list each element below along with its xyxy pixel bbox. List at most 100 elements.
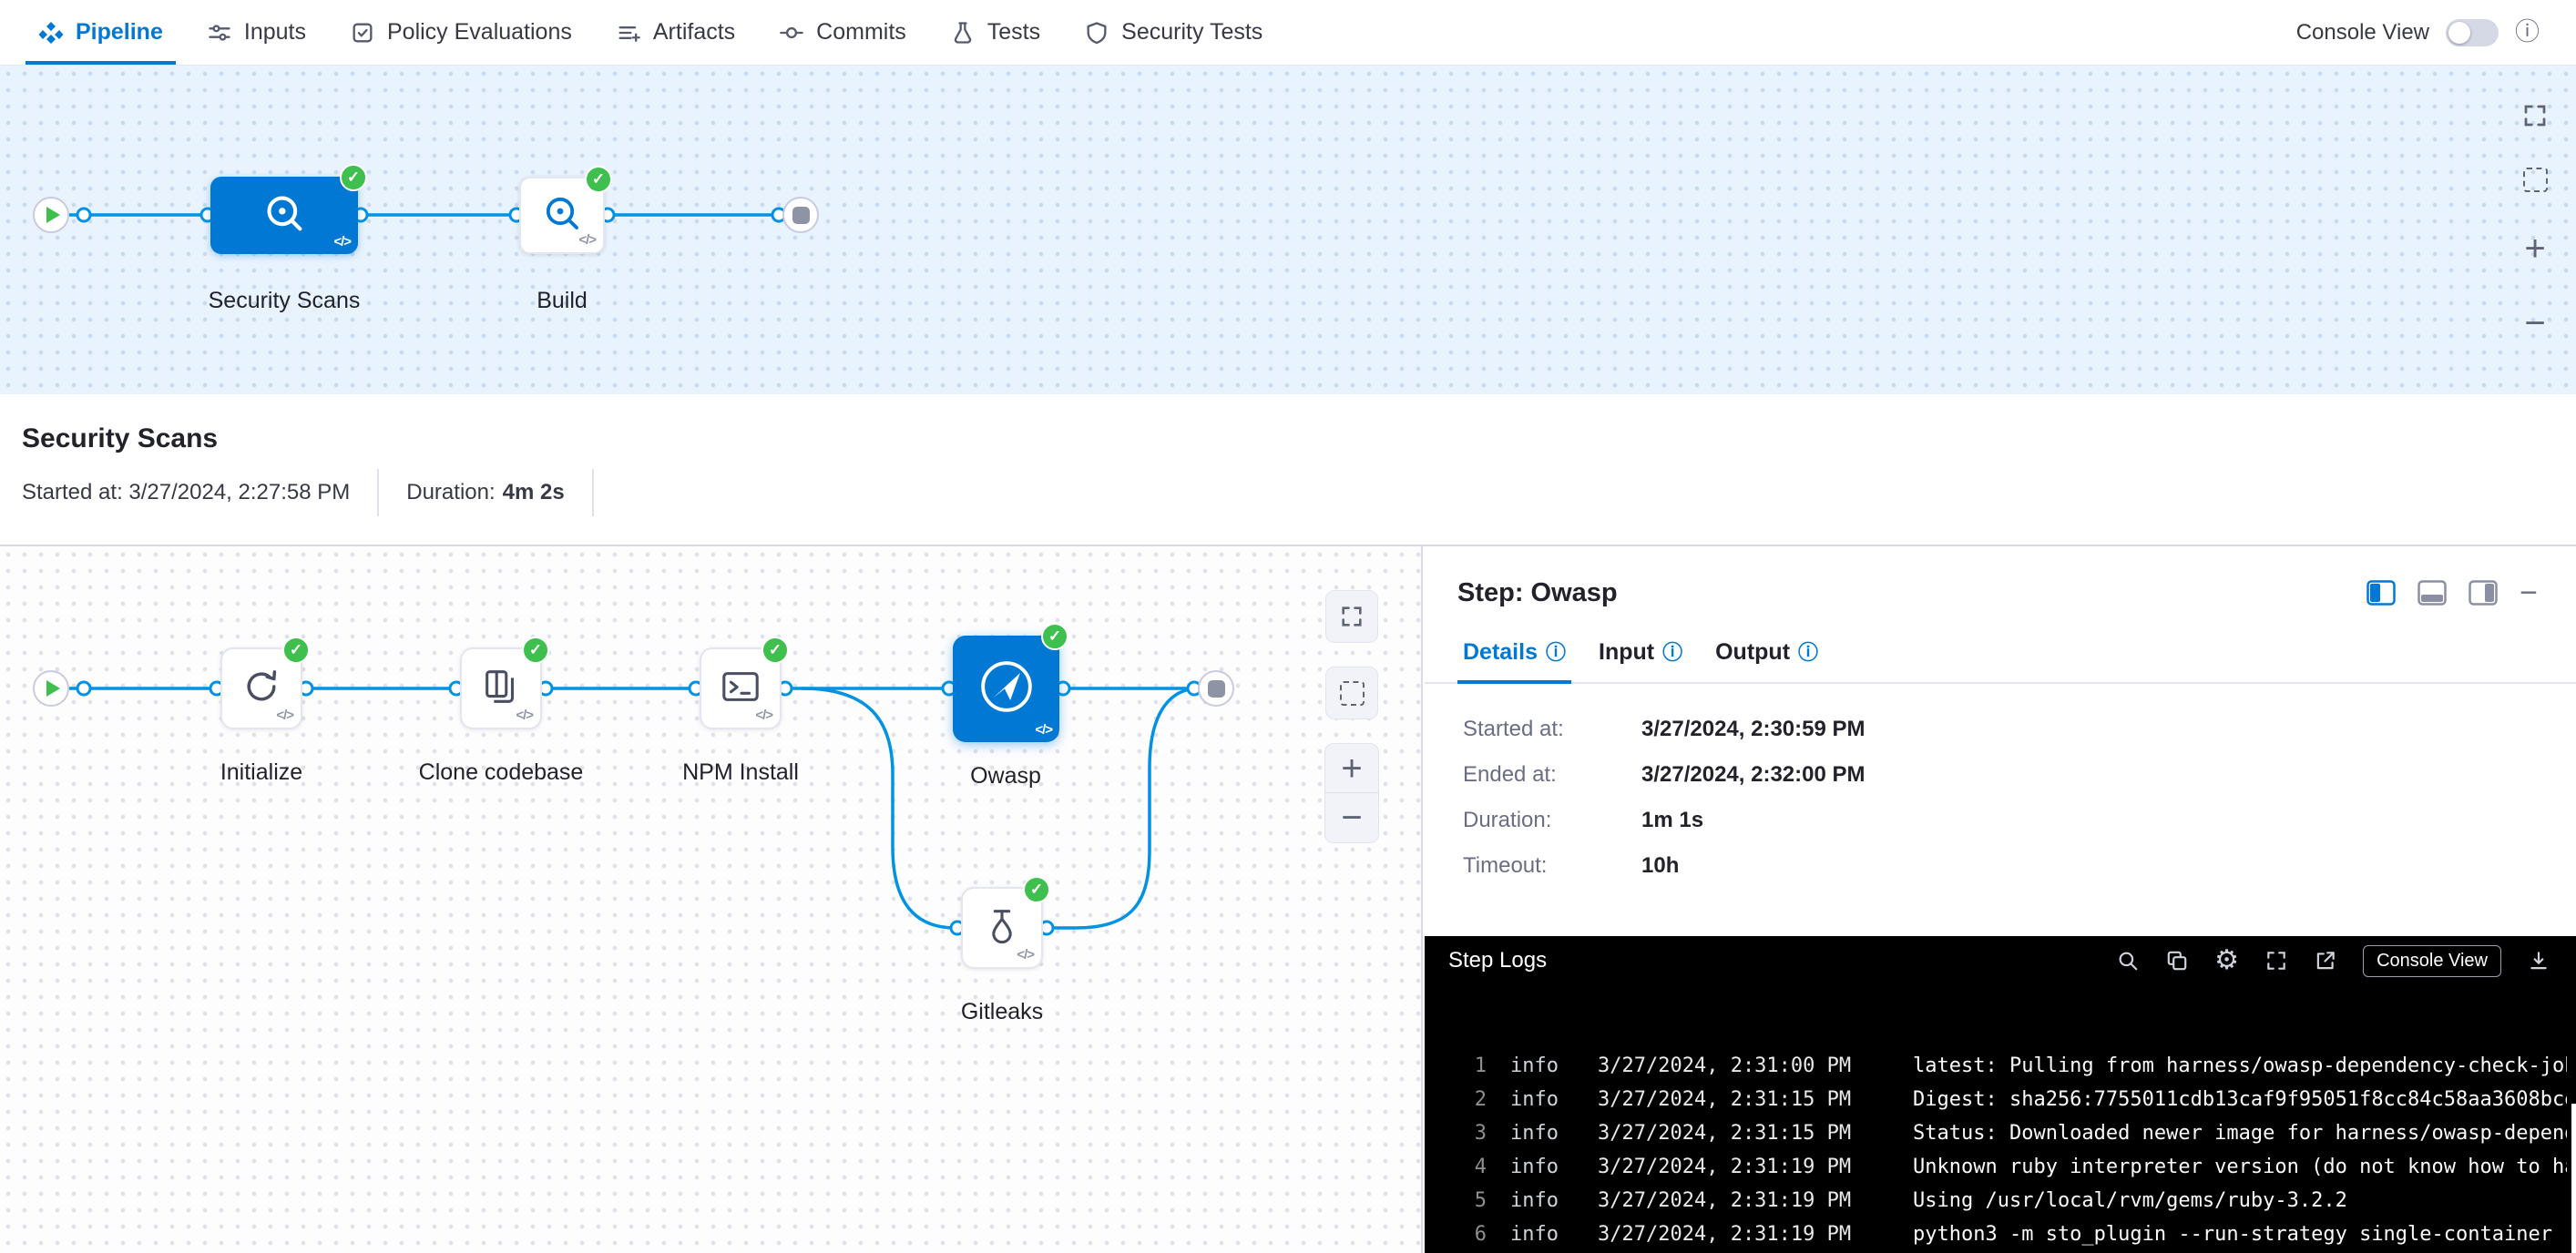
collapse-panel-button[interactable]: − xyxy=(2520,577,2538,608)
layout-right-icon[interactable] xyxy=(2469,580,2498,606)
stage-start-node xyxy=(33,670,69,707)
tab-pipeline[interactable]: Pipeline xyxy=(16,0,185,65)
search-icon[interactable] xyxy=(2116,949,2140,973)
step-canvas-controls: + − xyxy=(1324,590,1379,843)
stage-end-node xyxy=(1198,670,1234,707)
detail-label: Started at: xyxy=(1463,717,1641,742)
step-node-clone-codebase[interactable]: </> ✓ xyxy=(460,647,542,729)
step-label[interactable]: Owasp xyxy=(970,763,1041,789)
log-timestamp: 3/27/2024, 2:31:19 PM xyxy=(1598,1217,1889,1251)
logs-scrollbar[interactable] xyxy=(2571,1104,2576,1253)
stage-label[interactable]: Build xyxy=(537,288,588,314)
gear-icon[interactable]: ⚙ xyxy=(2214,947,2239,974)
fullscreen-button[interactable] xyxy=(2521,102,2549,129)
shield-icon xyxy=(1084,20,1109,46)
stop-icon xyxy=(792,207,810,224)
log-line: 6 info 3/27/2024, 2:31:19 PM python3 -m … xyxy=(1450,1217,2567,1251)
code-glyph: </> xyxy=(516,708,533,723)
pipeline-start-node xyxy=(33,197,69,233)
detail-label: Ended at: xyxy=(1463,762,1641,788)
marquee-icon xyxy=(2523,168,2548,192)
tab-inputs[interactable]: Inputs xyxy=(185,0,328,65)
console-view-toggle[interactable] xyxy=(2446,19,2499,46)
step-node-gitleaks[interactable]: </> ✓ xyxy=(961,887,1043,969)
divider xyxy=(592,469,594,516)
external-link-icon[interactable] xyxy=(2314,949,2337,973)
log-line-number: 1 xyxy=(1450,1049,1487,1083)
log-timestamp: 3/27/2024, 2:31:15 PM xyxy=(1598,1116,1889,1150)
step-logs-header: Step Logs ⚙ Console View xyxy=(1425,936,2576,985)
play-icon xyxy=(46,207,60,223)
step-logs-body[interactable]: 1 info 3/27/2024, 2:31:00 PM latest: Pul… xyxy=(1425,985,2576,1253)
code-glyph: </> xyxy=(578,232,596,248)
tab-policy-evaluations[interactable]: Policy Evaluations xyxy=(328,0,594,65)
log-level: info xyxy=(1510,1049,1574,1083)
success-badge: ✓ xyxy=(282,637,310,664)
console-view-button[interactable]: Console View xyxy=(2363,945,2501,977)
layout-split-left-icon[interactable] xyxy=(2366,580,2396,606)
step-node-initialize[interactable]: </> ✓ xyxy=(220,647,302,729)
log-message: Unknown ruby interpreter version (do not… xyxy=(1913,1150,2567,1184)
terminal-icon xyxy=(720,666,762,712)
tab-input[interactable]: Input ⓘ xyxy=(1582,639,1699,682)
artifacts-icon xyxy=(616,20,641,46)
tab-security-tests[interactable]: Security Tests xyxy=(1062,0,1284,65)
tab-details[interactable]: Details ⓘ xyxy=(1446,639,1582,682)
stage-connectors xyxy=(0,66,2576,394)
tab-label: Commits xyxy=(816,19,906,46)
success-badge: ✓ xyxy=(762,637,789,664)
log-line-number: 6 xyxy=(1450,1217,1487,1251)
layout-bottom-icon[interactable] xyxy=(2418,580,2447,606)
log-message: Status: Downloaded newer image for harne… xyxy=(1913,1116,2567,1150)
step-label[interactable]: Clone codebase xyxy=(419,759,584,786)
download-icon[interactable] xyxy=(2527,949,2550,973)
step-node-npm-install[interactable]: </> ✓ xyxy=(700,647,782,729)
step-label[interactable]: Initialize xyxy=(220,759,302,786)
divider xyxy=(377,469,379,516)
tab-label: Security Tests xyxy=(1121,19,1262,46)
stage-node-security-scans[interactable]: </> ✓ xyxy=(210,177,358,254)
policy-check-icon xyxy=(350,20,375,46)
stage-started-at: Started at: 3/27/2024, 2:27:58 PM xyxy=(22,480,350,505)
zoom-in-button[interactable]: + xyxy=(1325,744,1378,793)
build-stage-icon xyxy=(540,191,584,239)
detail-value: 10h xyxy=(1641,853,2543,879)
fullscreen-button[interactable] xyxy=(1325,590,1378,643)
pipeline-end-node xyxy=(782,197,819,233)
detail-label: Duration: xyxy=(1463,808,1641,833)
tab-commits[interactable]: Commits xyxy=(757,0,928,65)
step-panel-tabs: Details ⓘ Input ⓘ Output ⓘ xyxy=(1425,639,2576,684)
info-icon[interactable]: ⓘ xyxy=(2515,20,2540,45)
success-badge: ✓ xyxy=(340,164,367,191)
tab-label: Tests xyxy=(987,19,1040,46)
info-icon: ⓘ xyxy=(1662,643,1682,663)
marquee-select-button[interactable] xyxy=(2523,168,2548,192)
detail-value: 3/27/2024, 2:32:00 PM xyxy=(1641,762,2543,788)
copy-icon[interactable] xyxy=(2165,949,2189,973)
stage-node-build[interactable]: </> ✓ xyxy=(519,177,605,254)
tab-artifacts[interactable]: Artifacts xyxy=(594,0,757,65)
step-details-panel: Step: Owasp − Details ⓘ Input xyxy=(1425,546,2576,1253)
gitleaks-icon xyxy=(981,905,1023,952)
expand-icon[interactable] xyxy=(2264,949,2288,973)
step-node-owasp[interactable]: </> ✓ xyxy=(953,636,1059,742)
log-message: Digest: sha256:7755011cdb13caf9f95051f8c… xyxy=(1913,1083,2567,1116)
log-line: 1 info 3/27/2024, 2:31:00 PM latest: Pul… xyxy=(1450,1049,2567,1083)
step-label[interactable]: NPM Install xyxy=(682,759,799,786)
tab-tests[interactable]: Tests xyxy=(928,0,1062,65)
tab-output[interactable]: Output ⓘ xyxy=(1699,639,1835,682)
step-graph-canvas[interactable]: </> ✓ Initialize </> ✓ Clone codebase </… xyxy=(0,546,1423,1253)
marquee-select-button[interactable] xyxy=(1325,667,1378,719)
log-line-number: 5 xyxy=(1450,1184,1487,1217)
stage-label[interactable]: Security Scans xyxy=(209,288,361,314)
step-label[interactable]: Gitleaks xyxy=(961,999,1043,1025)
log-timestamp: 3/27/2024, 2:31:00 PM xyxy=(1598,1049,1889,1083)
tab-label: Inputs xyxy=(244,19,306,46)
zoom-in-button[interactable]: + xyxy=(2524,230,2545,267)
zoom-out-button[interactable]: − xyxy=(1325,793,1378,842)
code-glyph: </> xyxy=(333,234,351,250)
stage-graph-canvas[interactable]: </> ✓ Security Scans </> ✓ Build + − xyxy=(0,66,2576,394)
zoom-out-button[interactable]: − xyxy=(2524,305,2545,341)
detail-value: 1m 1s xyxy=(1641,808,2543,833)
log-level: info xyxy=(1510,1217,1574,1251)
